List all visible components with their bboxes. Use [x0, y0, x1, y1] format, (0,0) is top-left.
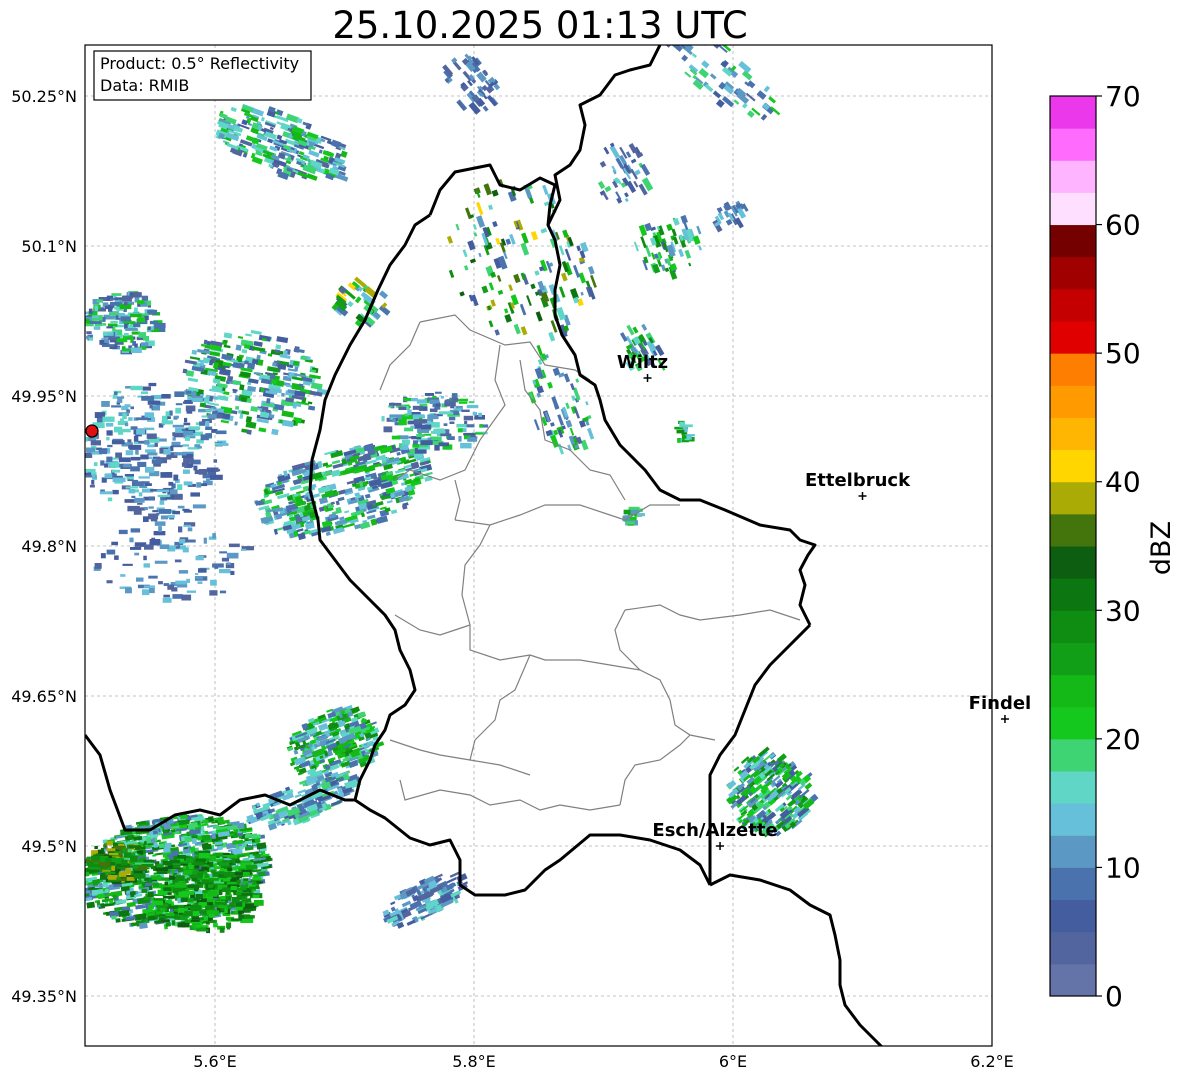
colorbar-tick-label: 30	[1105, 594, 1141, 627]
colorbar-segment	[1050, 385, 1096, 418]
colorbar-segment	[1050, 513, 1096, 547]
lon-tick-label: 6.2°E	[970, 1052, 1014, 1071]
colorbar-tick-label: 20	[1105, 723, 1141, 756]
colorbar-segment	[1050, 738, 1096, 772]
colorbar-segment	[1050, 771, 1096, 804]
colorbar-segment	[1050, 963, 1096, 997]
map-background	[85, 45, 992, 1046]
colorbar-segment	[1050, 899, 1096, 933]
colorbar-segment	[1050, 867, 1096, 901]
lat-tick-label: 50.1°N	[21, 237, 77, 256]
colorbar-segment	[1050, 160, 1096, 193]
colorbar-tick-label: 10	[1105, 851, 1141, 884]
city-label: Wiltz	[617, 352, 668, 373]
colorbar-segment	[1050, 481, 1096, 515]
lat-tick-label: 49.5°N	[21, 837, 77, 856]
radar-site-marker	[85, 424, 99, 438]
radar-map: Wiltz Ettelbruck Findel Esch/Alzette 50.25°…	[11, 44, 1177, 1071]
colorbar-segment	[1050, 803, 1096, 836]
lat-tick-label: 49.8°N	[21, 537, 77, 556]
colorbar-tick-label: 0	[1105, 980, 1123, 1013]
latitude-axis: 50.25°N 50.1°N 49.95°N 49.8°N 49.65°N 49.5°N 4…	[11, 87, 77, 1006]
longitude-axis: 5.6°E5.8°E6°E6.2°E6.4°E6.6°E	[193, 1052, 1014, 1071]
colorbar-segment	[1050, 192, 1096, 226]
colorbar-segment	[1050, 835, 1096, 868]
lat-tick-label: 49.35°N	[11, 987, 77, 1006]
colorbar: 0 10 20 30 40 50 60 70	[1049, 80, 1141, 1013]
colorbar-segment	[1050, 578, 1096, 611]
colorbar-segment	[1050, 321, 1096, 354]
colorbar-tick-label: 40	[1105, 466, 1141, 499]
colorbar-tick-label: 60	[1105, 209, 1141, 242]
colorbar-segment	[1050, 224, 1096, 258]
lat-tick-label: 49.65°N	[11, 687, 77, 706]
colorbar-segment	[1050, 96, 1096, 129]
colorbar-segment	[1050, 931, 1096, 965]
city-label: Esch/Alzette	[652, 820, 777, 841]
info-product: Product: 0.5° Reflectivity	[100, 54, 299, 73]
lon-tick-label: 6°E	[719, 1052, 747, 1071]
lat-tick-label: 49.95°N	[11, 387, 77, 406]
colorbar-segment	[1050, 288, 1096, 322]
info-box: Product: 0.5° Reflectivity Data: RMIB	[93, 50, 312, 101]
colorbar-segment	[1050, 610, 1096, 643]
city-label: Findel	[969, 693, 1032, 714]
colorbar-segment	[1050, 417, 1096, 451]
map-title: 25.10.2025 01:13 UTC	[332, 4, 748, 47]
colorbar-segment	[1050, 706, 1096, 740]
info-data-source: Data: RMIB	[100, 76, 189, 95]
colorbar-segment	[1050, 642, 1096, 676]
lon-tick-label: 5.6°E	[193, 1052, 237, 1071]
colorbar-label: dBZ	[1146, 521, 1177, 575]
colorbar-segment	[1050, 353, 1096, 386]
lon-tick-label: 5.8°E	[452, 1052, 496, 1071]
colorbar-segment	[1050, 449, 1096, 483]
colorbar-segment	[1050, 128, 1096, 161]
colorbar-tick-label: 50	[1105, 337, 1141, 370]
colorbar-segment	[1050, 674, 1096, 708]
colorbar-tick-label: 70	[1105, 80, 1141, 113]
lat-tick-label: 50.25°N	[11, 87, 77, 106]
colorbar-segment	[1050, 256, 1096, 290]
colorbar-segment	[1050, 546, 1096, 579]
city-label: Ettelbruck	[805, 470, 911, 491]
